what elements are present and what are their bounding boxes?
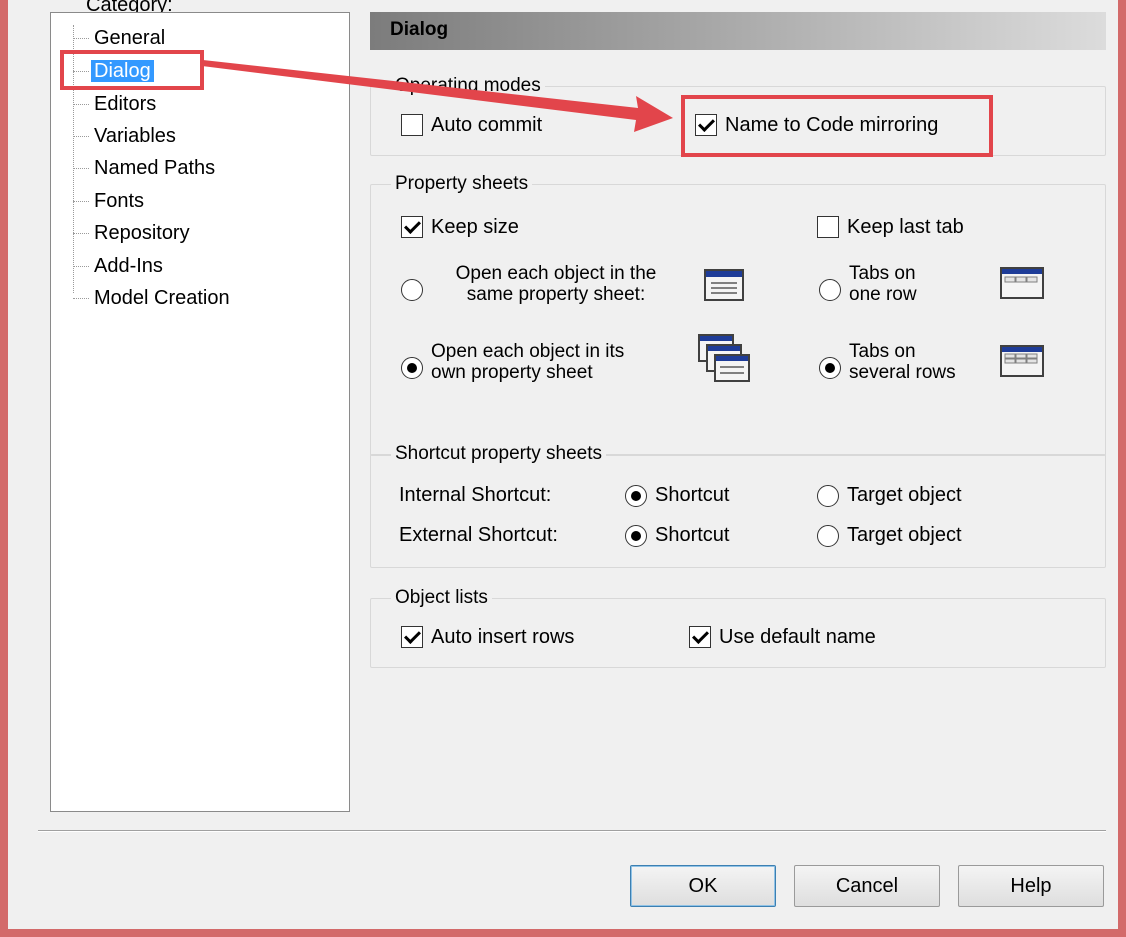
property-sheets-group: Property sheets Keep size Keep last tab … <box>370 171 1106 456</box>
tabs-several-rows-radio[interactable] <box>819 357 841 379</box>
label-line: own property sheet <box>431 362 593 383</box>
tabs-several-rows-icon <box>1000 345 1044 377</box>
options-dialog: Category: General Dialog Editors Variabl… <box>0 0 1126 937</box>
multiple-windows-icon <box>698 334 750 382</box>
auto-commit-checkbox[interactable] <box>401 114 423 136</box>
tree-branch <box>73 201 89 203</box>
panel-header: Dialog <box>370 12 1106 50</box>
group-legend: Shortcut property sheets <box>391 441 606 467</box>
open-same-sheet-label: Open each object in the same property sh… <box>431 263 681 305</box>
internal-target-option-label: Target object <box>847 484 962 506</box>
group-legend: Operating modes <box>391 73 545 99</box>
tree-item-label: Editors <box>94 93 157 115</box>
open-own-sheet-radio[interactable] <box>401 357 423 379</box>
tree-branch <box>73 266 89 268</box>
keep-last-tab-label: Keep last tab <box>847 216 964 238</box>
use-default-name-label: Use default name <box>719 626 876 648</box>
tree-item-label: Named Paths <box>94 157 216 179</box>
tree-branch <box>73 104 89 106</box>
external-shortcut-radio[interactable] <box>625 525 647 547</box>
label-line: same property sheet: <box>466 284 646 305</box>
keep-size-checkbox[interactable] <box>401 216 423 238</box>
tree-item-fonts[interactable]: Fonts <box>73 188 147 214</box>
auto-insert-rows-checkbox[interactable] <box>401 626 423 648</box>
ok-button[interactable]: OK <box>630 865 776 907</box>
tabs-one-row-radio[interactable] <box>819 279 841 301</box>
internal-shortcut-option-label: Shortcut <box>655 484 730 506</box>
tree-item-named-paths[interactable]: Named Paths <box>73 155 218 181</box>
annotation-box-dialog <box>60 50 204 90</box>
open-same-sheet-radio[interactable] <box>401 279 423 301</box>
label-line: Open each object in the <box>455 263 657 284</box>
panel-title: Dialog <box>390 19 449 40</box>
internal-shortcut-radio[interactable] <box>625 485 647 507</box>
use-default-name-checkbox[interactable] <box>689 626 711 648</box>
internal-target-radio[interactable] <box>817 485 839 507</box>
help-button[interactable]: Help <box>958 865 1104 907</box>
tree-branch <box>73 233 89 235</box>
group-legend: Object lists <box>391 585 492 611</box>
keep-size-label: Keep size <box>431 216 519 238</box>
external-target-radio[interactable] <box>817 525 839 547</box>
category-tree[interactable]: General Dialog Editors Variables Named P… <box>50 12 350 812</box>
cancel-button[interactable]: Cancel <box>794 865 940 907</box>
keep-last-tab-checkbox[interactable] <box>817 216 839 238</box>
tree-item-variables[interactable]: Variables <box>73 123 179 149</box>
tree-item-add-ins[interactable]: Add-Ins <box>73 253 166 279</box>
label-line: one row <box>849 284 917 305</box>
external-target-option-label: Target object <box>847 524 962 546</box>
tree-item-model-creation[interactable]: Model Creation <box>73 285 233 311</box>
shortcut-sheets-group: Shortcut property sheets Internal Shortc… <box>370 441 1106 568</box>
group-legend: Property sheets <box>391 171 533 197</box>
tree-item-label: Fonts <box>94 190 145 212</box>
tree-item-label: Model Creation <box>94 287 230 309</box>
label-line: several rows <box>849 362 956 383</box>
tree-item-label: Add-Ins <box>94 255 163 277</box>
external-shortcut-option-label: Shortcut <box>655 524 730 546</box>
tree-item-repository[interactable]: Repository <box>73 220 193 246</box>
tree-item-label: Repository <box>94 222 190 244</box>
open-own-sheet-label: Open each object in its own property she… <box>431 341 624 383</box>
tree-item-editors[interactable]: Editors <box>73 91 159 117</box>
external-shortcut-label: External Shortcut: <box>399 524 558 546</box>
single-window-icon <box>704 269 744 301</box>
internal-shortcut-label: Internal Shortcut: <box>399 484 552 506</box>
tree-branch <box>73 298 89 300</box>
tabs-one-row-label: Tabs on one row <box>849 263 917 305</box>
tree-item-label: General <box>94 27 166 49</box>
annotation-box-mirroring <box>681 95 993 157</box>
object-lists-group: Object lists Auto insert rows Use defaul… <box>370 585 1106 668</box>
label-line: Open each object in its <box>431 341 625 362</box>
label-line: Tabs on <box>849 263 916 284</box>
tree-item-general[interactable]: General <box>73 25 168 51</box>
auto-commit-label: Auto commit <box>431 114 543 136</box>
tree-item-label: Variables <box>94 125 176 147</box>
footer-separator <box>38 830 1106 832</box>
label-line: Tabs on <box>849 341 916 362</box>
tree-branch <box>73 136 89 138</box>
tabs-one-row-icon <box>1000 267 1044 299</box>
auto-insert-rows-label: Auto insert rows <box>431 626 575 648</box>
tree-branch <box>73 168 89 170</box>
tabs-several-rows-label: Tabs on several rows <box>849 341 956 383</box>
tree-branch <box>73 38 89 40</box>
